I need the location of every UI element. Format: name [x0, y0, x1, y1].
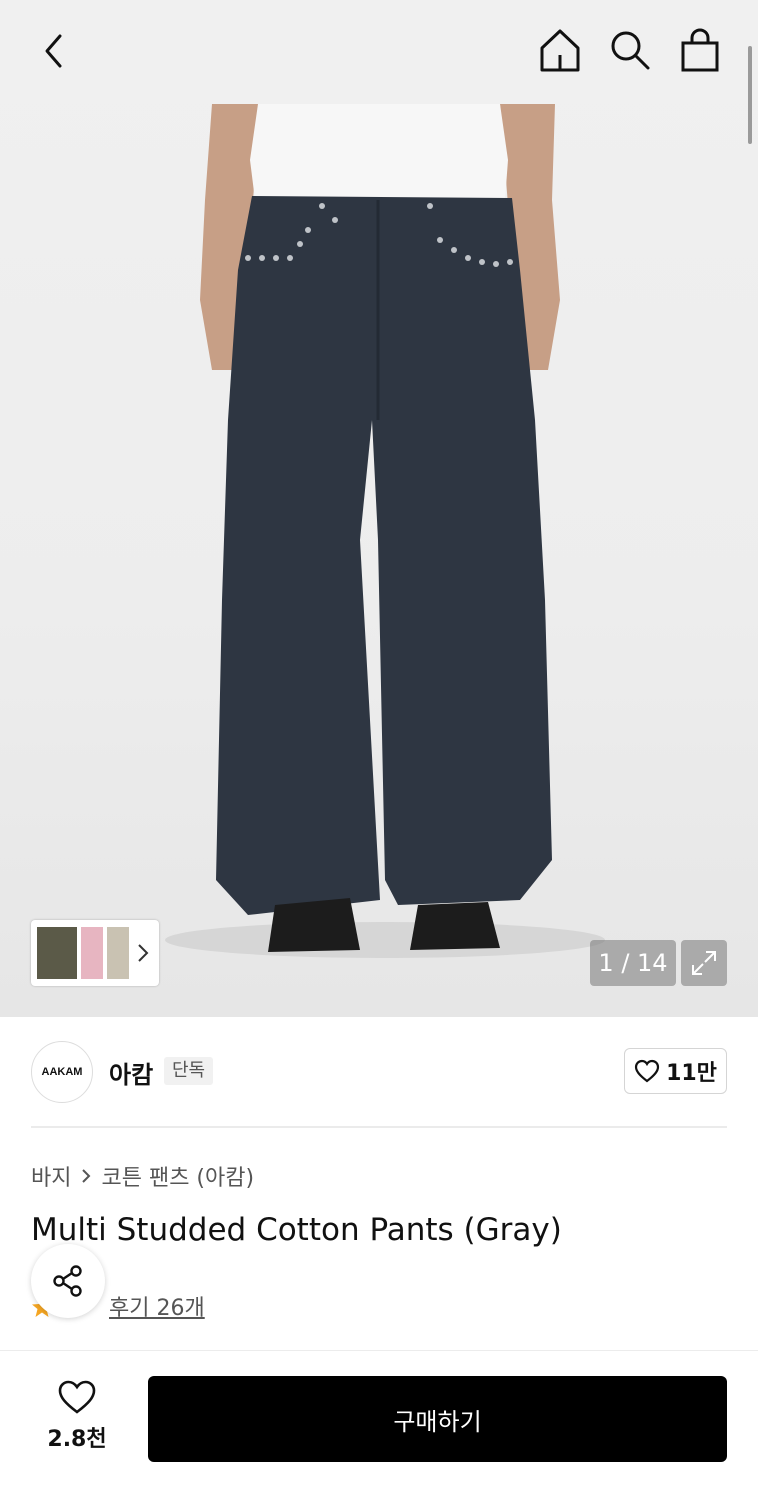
brand-like-count: 11만 — [666, 1061, 717, 1086]
color-variant-selector[interactable] — [31, 920, 159, 986]
breadcrumb-subcategory[interactable]: 코튼 팬츠 (아캄) — [101, 1160, 254, 1192]
product-image-gallery[interactable]: 1 / 14 — [0, 0, 758, 1017]
exclusive-badge: 단독 — [164, 1057, 214, 1085]
search-button[interactable] — [606, 26, 654, 74]
reviews-link[interactable]: 후기 26개 — [109, 1290, 205, 1322]
expand-icon — [692, 951, 716, 975]
section-divider — [31, 1126, 727, 1128]
product-photo — [165, 104, 605, 958]
chevron-right-icon — [138, 944, 149, 962]
heart-icon — [58, 1380, 96, 1414]
breadcrumb: 바지 코튼 팬츠 (아캄) — [31, 1160, 254, 1192]
brand-name[interactable]: 아캄 — [109, 1055, 153, 1090]
search-icon — [611, 31, 650, 70]
brand-like-button[interactable]: 11만 — [624, 1048, 727, 1094]
breadcrumb-category[interactable]: 바지 — [31, 1160, 71, 1192]
brand-logo-text: AAKAM — [41, 1066, 83, 1078]
image-counter: 1 / 14 — [590, 940, 676, 986]
chevron-left-icon — [45, 34, 62, 68]
back-button[interactable] — [30, 27, 78, 75]
expand-button[interactable] — [681, 940, 727, 986]
share-button[interactable] — [31, 1244, 105, 1318]
product-title: Multi Studded Cotton Pants (Gray) — [31, 1212, 562, 1248]
page-scrollbar[interactable] — [748, 46, 752, 144]
wishlist-button[interactable]: 2.8천 — [36, 1379, 118, 1463]
brand-logo[interactable]: AAKAM — [31, 1041, 93, 1103]
variant-thumb-pink[interactable] — [81, 927, 103, 979]
bottom-action-bar: 2.8천 구매하기 — [0, 1350, 758, 1501]
home-button[interactable] — [536, 26, 584, 74]
share-icon — [53, 1265, 82, 1297]
variant-thumb-beige[interactable] — [107, 927, 129, 979]
cart-button[interactable] — [676, 26, 724, 74]
shopping-bag-icon — [681, 28, 719, 72]
heart-icon — [634, 1059, 660, 1083]
chevron-right-icon — [82, 1169, 91, 1183]
buy-button[interactable]: 구매하기 — [148, 1376, 727, 1462]
top-navigation — [0, 0, 758, 104]
home-icon — [540, 29, 580, 72]
brand-row: AAKAM 아캄 단독 11만 — [0, 1017, 758, 1127]
variant-thumb-olive[interactable] — [37, 927, 77, 979]
wishlist-count: 2.8천 — [47, 1427, 107, 1452]
